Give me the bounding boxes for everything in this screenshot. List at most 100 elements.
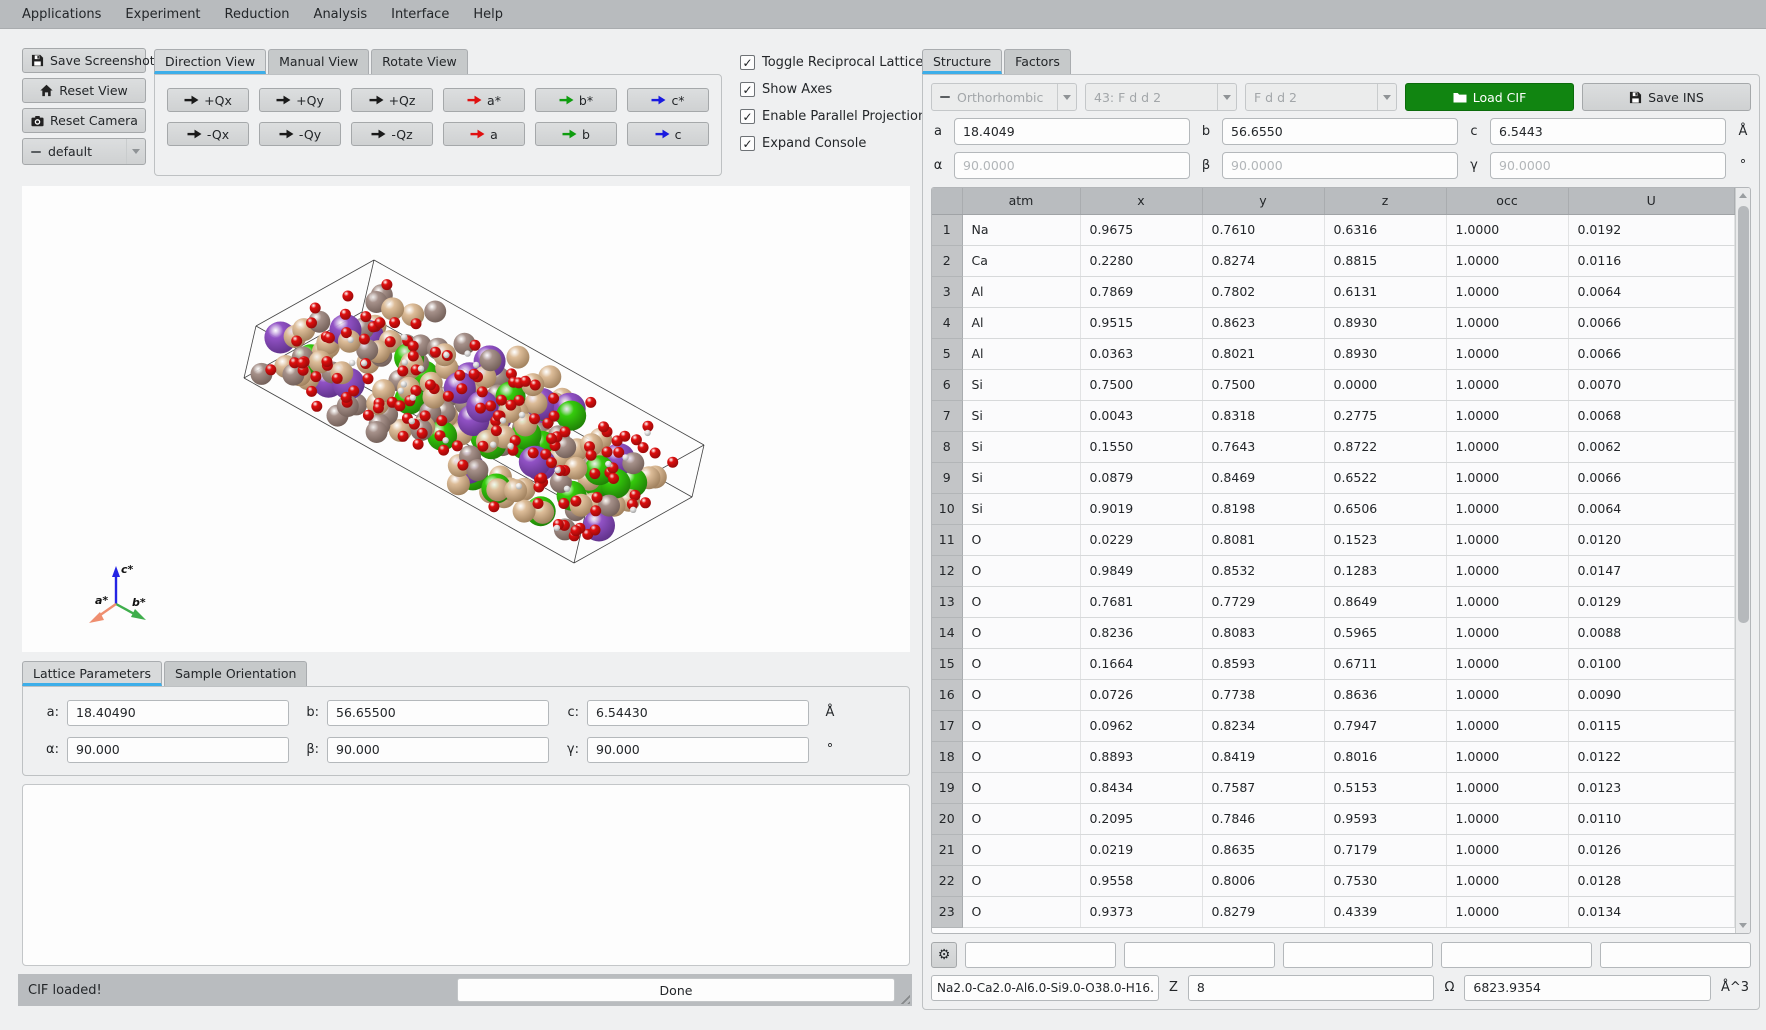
menu-help[interactable]: Help (463, 3, 513, 26)
table-row[interactable]: 12O0.98490.85320.12831.00000.0147 (932, 555, 1735, 586)
direction-button-b[interactable]: b* (535, 88, 617, 112)
arrow-right-icon (651, 95, 666, 105)
z-field[interactable] (1188, 975, 1435, 1001)
table-scrollbar[interactable] (1735, 188, 1750, 933)
direction-button-qy[interactable]: -Qy (259, 122, 341, 146)
table-row[interactable]: 8Si0.15500.76430.87221.00000.0062 (932, 431, 1735, 462)
table-row[interactable]: 21O0.02190.86350.71791.00000.0126 (932, 834, 1735, 865)
direction-button-b[interactable]: b (535, 122, 617, 146)
column-header-atm[interactable]: atm (962, 188, 1080, 214)
spacegroup-symbol-combobox[interactable]: F d d 2 (1245, 83, 1397, 111)
load-cif-button[interactable]: Load CIF (1405, 83, 1574, 111)
gear-button[interactable]: ⚙ (931, 942, 957, 968)
reset-camera-button[interactable]: Reset Camera (22, 108, 146, 133)
table-row[interactable]: 23O0.93730.82790.43391.00000.0134 (932, 896, 1735, 927)
cell-gamma-field[interactable] (1490, 152, 1726, 179)
direction-button-qx[interactable]: -Qx (167, 122, 249, 146)
checkbox-expand-console[interactable]: ✓ Expand Console (740, 136, 930, 151)
column-header-index[interactable] (932, 188, 962, 214)
direction-button-c[interactable]: c* (627, 88, 709, 112)
checkbox-enable-parallel-projection[interactable]: ✓ Enable Parallel Projection (740, 109, 930, 124)
table-row[interactable]: 1Na0.96750.76100.63161.00000.0192 (932, 214, 1735, 245)
column-header-y[interactable]: y (1202, 188, 1324, 214)
direction-button-c[interactable]: c (627, 122, 709, 146)
table-row[interactable]: 15O0.16640.85930.67111.00000.0100 (932, 648, 1735, 679)
a-field[interactable] (67, 700, 289, 726)
alpha-field[interactable] (67, 737, 289, 763)
beta-field[interactable] (327, 737, 549, 763)
preset-combobox[interactable]: default (22, 138, 146, 165)
formula-field[interactable] (931, 975, 1159, 1001)
tab-rotate-view[interactable]: Rotate View (371, 49, 468, 74)
row-number: 5 (932, 338, 962, 369)
table-row[interactable]: 5Al0.03630.80210.89301.00000.0066 (932, 338, 1735, 369)
direction-button-a[interactable]: a (443, 122, 525, 146)
tab-lattice-parameters[interactable]: Lattice Parameters (22, 661, 162, 686)
direction-button-qz[interactable]: +Qz (351, 88, 433, 112)
menu-applications[interactable]: Applications (12, 3, 111, 26)
column-header-u[interactable]: U (1568, 188, 1735, 214)
cell-beta-field[interactable] (1222, 152, 1458, 179)
checkbox-toggle-reciprocal-lattice[interactable]: ✓ Toggle Reciprocal Lattice (740, 55, 930, 70)
table-row[interactable]: 2Ca0.22800.82740.88151.00000.0116 (932, 245, 1735, 276)
b-field[interactable] (327, 700, 549, 726)
tab-manual-view[interactable]: Manual View (268, 49, 369, 74)
crystal-system-combobox[interactable]: Orthorhombic (931, 83, 1077, 111)
scroll-up-icon[interactable] (1736, 188, 1750, 203)
gamma-field[interactable] (587, 737, 809, 763)
cell-b-field[interactable] (1222, 118, 1458, 145)
table-row[interactable]: 11O0.02290.80810.15231.00000.0120 (932, 524, 1735, 555)
direction-button-qx[interactable]: +Qx (167, 88, 249, 112)
volume-field[interactable] (1464, 975, 1711, 1001)
column-header-occ[interactable]: occ (1446, 188, 1568, 214)
table-row[interactable]: 4Al0.95150.86230.89301.00000.0066 (932, 307, 1735, 338)
cell-alpha-field[interactable] (954, 152, 1190, 179)
direction-button-a[interactable]: a* (443, 88, 525, 112)
atom-edit-field-2[interactable] (1124, 942, 1275, 968)
atom-edit-field-5[interactable] (1600, 942, 1751, 968)
crystal-3d-viewport[interactable]: c*b*a* (22, 186, 910, 652)
table-row[interactable]: 17O0.09620.82340.79471.00000.0115 (932, 710, 1735, 741)
table-row[interactable]: 13O0.76810.77290.86491.00000.0129 (932, 586, 1735, 617)
table-row[interactable]: 16O0.07260.77380.86361.00000.0090 (932, 679, 1735, 710)
table-row[interactable]: 14O0.82360.80830.59651.00000.0088 (932, 617, 1735, 648)
save-screenshot-button[interactable]: Save Screenshot (22, 48, 146, 73)
menu-analysis[interactable]: Analysis (304, 3, 378, 26)
column-header-z[interactable]: z (1324, 188, 1446, 214)
tab-factors[interactable]: Factors (1004, 49, 1071, 74)
cell-a-field[interactable] (954, 118, 1190, 145)
table-row[interactable]: 7Si0.00430.83180.27751.00000.0068 (932, 400, 1735, 431)
console-output[interactable] (22, 784, 910, 966)
c-field[interactable] (587, 700, 809, 726)
tab-direction-view[interactable]: Direction View (154, 49, 266, 74)
table-row[interactable]: 18O0.88930.84190.80161.00000.0122 (932, 741, 1735, 772)
column-header-x[interactable]: x (1080, 188, 1202, 214)
atom-edit-field-4[interactable] (1441, 942, 1592, 968)
chevron-down-icon (1217, 84, 1236, 110)
scrollbar-thumb[interactable] (1738, 206, 1749, 623)
resize-grip[interactable] (897, 991, 910, 1004)
menu-reduction[interactable]: Reduction (215, 3, 300, 26)
reset-view-button[interactable]: Reset View (22, 78, 146, 103)
direction-button-qz[interactable]: -Qz (351, 122, 433, 146)
atom-edit-field-1[interactable] (965, 942, 1116, 968)
cell-c-field[interactable] (1490, 118, 1726, 145)
save-ins-button[interactable]: Save INS (1582, 83, 1751, 111)
table-row[interactable]: 6Si0.75000.75000.00001.00000.0070 (932, 369, 1735, 400)
table-row[interactable]: 9Si0.08790.84690.65221.00000.0066 (932, 462, 1735, 493)
table-row[interactable]: 19O0.84340.75870.51531.00000.0123 (932, 772, 1735, 803)
menu-interface[interactable]: Interface (381, 3, 459, 26)
table-row[interactable]: 22O0.95580.80060.75301.00000.0128 (932, 865, 1735, 896)
table-row[interactable]: 3Al0.78690.78020.61311.00000.0064 (932, 276, 1735, 307)
spacegroup-number-combobox[interactable]: 43: F d d 2 (1085, 83, 1237, 111)
tab-structure[interactable]: Structure (922, 49, 1002, 74)
table-row[interactable]: 20O0.20950.78460.95931.00000.0110 (932, 803, 1735, 834)
tab-sample-orientation[interactable]: Sample Orientation (164, 661, 307, 686)
table-row[interactable]: 10Si0.90190.81980.65061.00000.0064 (932, 493, 1735, 524)
checkbox-show-axes[interactable]: ✓ Show Axes (740, 82, 930, 97)
menu-experiment[interactable]: Experiment (115, 3, 210, 26)
direction-button-qy[interactable]: +Qy (259, 88, 341, 112)
arrow-right-icon (470, 129, 485, 139)
atom-edit-field-3[interactable] (1283, 942, 1434, 968)
scroll-down-icon[interactable] (1736, 918, 1750, 933)
